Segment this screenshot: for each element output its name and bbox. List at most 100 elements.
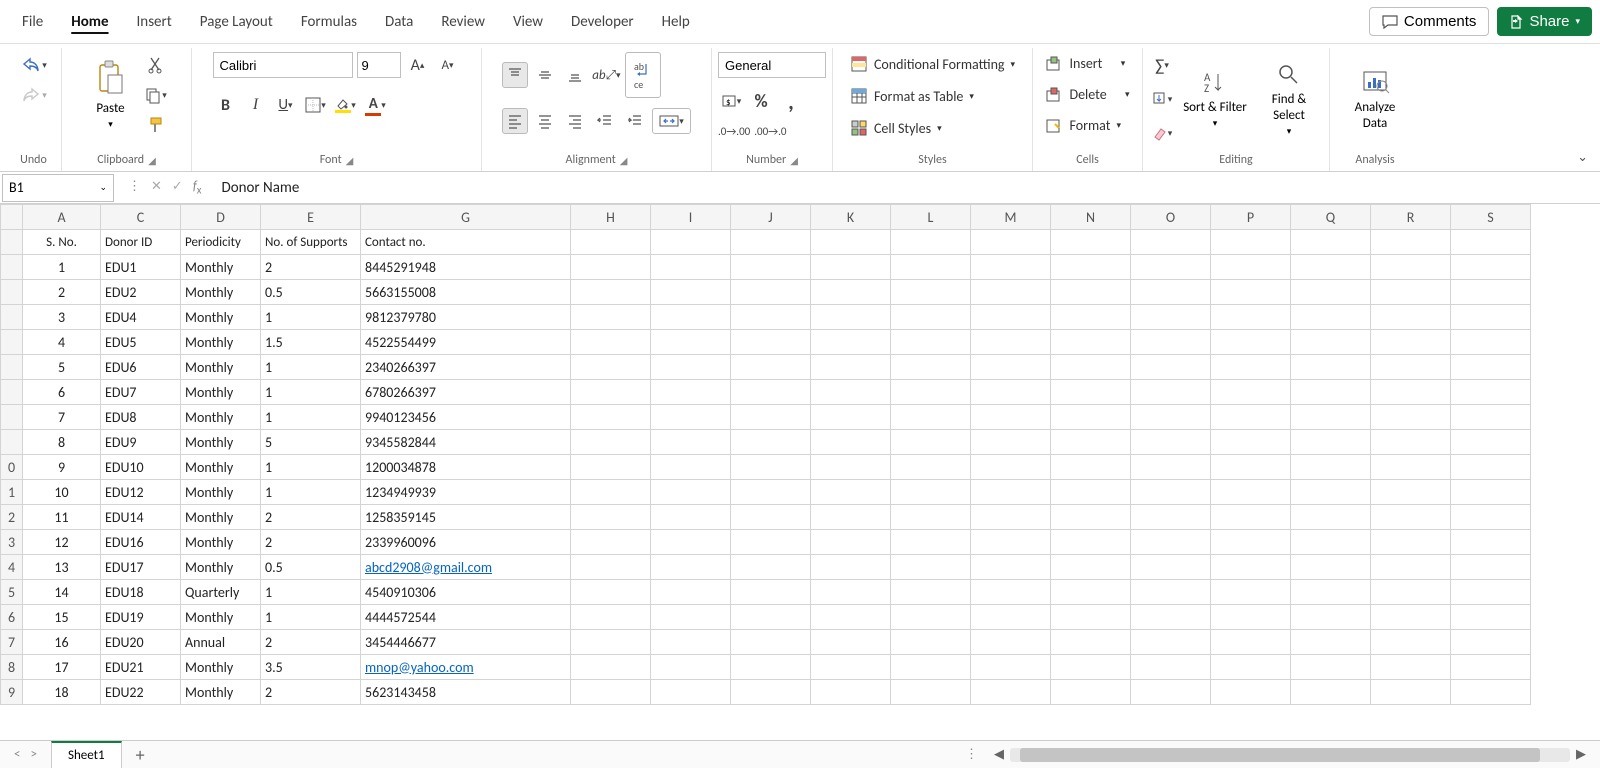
format-as-table-button[interactable]: Format as Table▾ bbox=[846, 84, 978, 108]
cell[interactable]: Monthly bbox=[181, 380, 261, 405]
cell[interactable] bbox=[971, 555, 1051, 580]
cell[interactable] bbox=[1131, 455, 1211, 480]
cell[interactable]: Monthly bbox=[181, 280, 261, 305]
cell[interactable] bbox=[1451, 430, 1531, 455]
cell[interactable] bbox=[1051, 505, 1131, 530]
number-format-combo[interactable] bbox=[718, 52, 826, 78]
cell[interactable] bbox=[1211, 605, 1291, 630]
cell[interactable] bbox=[811, 380, 891, 405]
cell[interactable]: 1 bbox=[23, 255, 101, 280]
cell[interactable]: 8 bbox=[23, 430, 101, 455]
cell[interactable] bbox=[1451, 605, 1531, 630]
row-header[interactable] bbox=[1, 405, 23, 430]
column-header[interactable]: D bbox=[181, 205, 261, 230]
cell[interactable]: 4540910306 bbox=[361, 580, 571, 605]
cell[interactable]: 1234949939 bbox=[361, 480, 571, 505]
cell[interactable] bbox=[571, 530, 651, 555]
cell[interactable] bbox=[1051, 580, 1131, 605]
dialog-launcher-icon[interactable]: ◢ bbox=[148, 154, 156, 167]
row-header[interactable] bbox=[1, 305, 23, 330]
cell[interactable] bbox=[891, 630, 971, 655]
more-icon[interactable]: ⋮ bbox=[965, 747, 988, 762]
cell[interactable]: Monthly bbox=[181, 605, 261, 630]
cell[interactable] bbox=[1051, 630, 1131, 655]
cell[interactable] bbox=[891, 605, 971, 630]
row-header[interactable]: 3 bbox=[1, 530, 23, 555]
cell[interactable] bbox=[651, 380, 731, 405]
cell[interactable] bbox=[891, 580, 971, 605]
cell[interactable]: 2 bbox=[261, 255, 361, 280]
cell[interactable] bbox=[731, 230, 811, 255]
cell[interactable] bbox=[1371, 305, 1451, 330]
cell[interactable]: 1 bbox=[261, 455, 361, 480]
cell[interactable] bbox=[1131, 280, 1211, 305]
align-bottom-button[interactable] bbox=[562, 62, 588, 88]
font-size-combo[interactable] bbox=[357, 52, 401, 78]
cell[interactable] bbox=[1131, 630, 1211, 655]
row-header[interactable] bbox=[1, 330, 23, 355]
align-middle-button[interactable] bbox=[532, 62, 558, 88]
cell[interactable]: 12 bbox=[23, 530, 101, 555]
cell[interactable]: 0.5 bbox=[261, 280, 361, 305]
cell[interactable] bbox=[971, 280, 1051, 305]
cell[interactable] bbox=[651, 405, 731, 430]
cell[interactable] bbox=[891, 330, 971, 355]
cell[interactable] bbox=[1131, 430, 1211, 455]
cut-button[interactable] bbox=[143, 52, 169, 78]
tab-insert[interactable]: Insert bbox=[123, 3, 186, 41]
cell[interactable] bbox=[1371, 680, 1451, 705]
decrease-font-button[interactable]: A▾ bbox=[435, 52, 461, 78]
row-header[interactable]: 1 bbox=[1, 480, 23, 505]
cell[interactable] bbox=[651, 280, 731, 305]
cell[interactable]: 11 bbox=[23, 505, 101, 530]
cell[interactable]: Monthly bbox=[181, 555, 261, 580]
cell[interactable] bbox=[1051, 255, 1131, 280]
cell[interactable]: 1 bbox=[261, 355, 361, 380]
redo-button[interactable]: ▾ bbox=[20, 82, 47, 108]
format-cells-button[interactable]: Format▾ bbox=[1041, 114, 1125, 137]
cell[interactable] bbox=[571, 355, 651, 380]
align-right-button[interactable] bbox=[562, 108, 588, 134]
cell[interactable] bbox=[731, 430, 811, 455]
cell[interactable]: 1 bbox=[261, 405, 361, 430]
cell[interactable] bbox=[1451, 505, 1531, 530]
cell[interactable] bbox=[731, 655, 811, 680]
row-header[interactable]: 8 bbox=[1, 655, 23, 680]
tab-formulas[interactable]: Formulas bbox=[287, 3, 371, 41]
cell[interactable] bbox=[731, 355, 811, 380]
cell[interactable] bbox=[1291, 580, 1371, 605]
column-header[interactable]: K bbox=[811, 205, 891, 230]
cell[interactable] bbox=[571, 555, 651, 580]
cell[interactable] bbox=[1291, 605, 1371, 630]
spreadsheet-grid[interactable]: ACDEGHIJKLMNOPQRSS. No.Donor IDPeriodici… bbox=[0, 204, 1600, 740]
orientation-button[interactable]: ab⤢▾ bbox=[592, 62, 620, 88]
cell[interactable] bbox=[891, 255, 971, 280]
column-header[interactable]: A bbox=[23, 205, 101, 230]
cell[interactable]: 5663155008 bbox=[361, 280, 571, 305]
collapse-ribbon-button[interactable]: ⌄ bbox=[1577, 150, 1594, 171]
cell[interactable] bbox=[1131, 230, 1211, 255]
cell[interactable] bbox=[571, 330, 651, 355]
align-center-button[interactable] bbox=[532, 108, 558, 134]
cell[interactable] bbox=[571, 605, 651, 630]
tab-view[interactable]: View bbox=[499, 3, 557, 41]
enter-icon[interactable]: ✓ bbox=[172, 179, 183, 197]
cell[interactable] bbox=[1371, 530, 1451, 555]
cell[interactable] bbox=[1051, 605, 1131, 630]
cell[interactable]: Monthly bbox=[181, 430, 261, 455]
cell[interactable]: EDU4 bbox=[101, 305, 181, 330]
font-name-combo[interactable] bbox=[213, 52, 353, 78]
cell[interactable] bbox=[1451, 330, 1531, 355]
cell[interactable] bbox=[651, 455, 731, 480]
cell[interactable] bbox=[1131, 505, 1211, 530]
cell[interactable]: 1 bbox=[261, 305, 361, 330]
cell[interactable] bbox=[1051, 530, 1131, 555]
cell[interactable] bbox=[811, 330, 891, 355]
cell[interactable]: Monthly bbox=[181, 655, 261, 680]
cell[interactable]: Monthly bbox=[181, 405, 261, 430]
cell[interactable] bbox=[1211, 330, 1291, 355]
accounting-format-button[interactable]: $▾ bbox=[718, 88, 744, 114]
cell[interactable] bbox=[1211, 630, 1291, 655]
percent-button[interactable]: % bbox=[748, 88, 774, 114]
cell[interactable] bbox=[1291, 255, 1371, 280]
